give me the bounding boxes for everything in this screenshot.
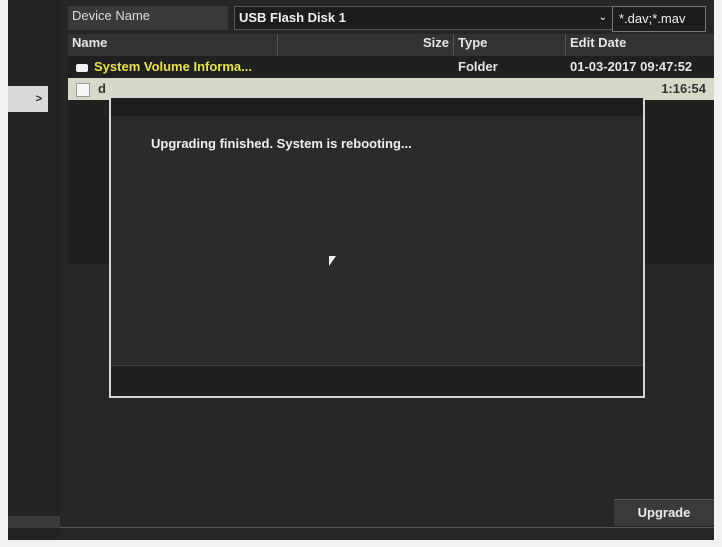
table-row[interactable]: System Volume Informa... Folder 01-03-20…	[68, 56, 714, 78]
upgrade-status-dialog: Upgrading finished. System is rebooting.…	[109, 96, 645, 398]
device-name-label: Device Name	[68, 6, 228, 30]
file-name: d	[98, 81, 106, 96]
footer-divider	[60, 527, 714, 528]
column-header-type[interactable]: Type	[454, 34, 566, 56]
file-type-filter[interactable]: *.dav;*.mav	[612, 6, 706, 32]
row-checkbox[interactable]	[76, 82, 90, 97]
column-header-name[interactable]: Name	[68, 34, 278, 56]
dialog-title-bar	[111, 98, 643, 116]
dvr-screen: > Device Name USB Flash Disk 1 ⌄ *.dav;*…	[8, 0, 714, 540]
file-edit-date: 1:16:54	[661, 81, 706, 96]
file-name: System Volume Informa...	[94, 59, 252, 74]
left-rail	[8, 0, 61, 540]
file-edit-date: 01-03-2017 09:47:52	[570, 59, 693, 74]
column-header-edit-date[interactable]: Edit Date	[566, 34, 714, 56]
file-type: Folder	[458, 59, 498, 74]
expand-tab-button[interactable]: >	[8, 86, 48, 112]
mouse-cursor-icon	[329, 256, 336, 266]
chevron-down-icon: ⌄	[598, 12, 607, 23]
column-header-size[interactable]: Size	[278, 34, 454, 56]
device-select-value: USB Flash Disk 1	[239, 10, 346, 25]
dialog-footer-bar	[111, 365, 643, 396]
file-table-header: Name Size Type Edit Date	[68, 34, 714, 56]
folder-icon	[76, 63, 88, 72]
device-select[interactable]: USB Flash Disk 1 ⌄	[234, 6, 614, 30]
dialog-message: Upgrading finished. System is rebooting.…	[151, 136, 412, 151]
upgrade-button[interactable]: Upgrade	[614, 499, 714, 526]
left-rail-bottom-bar	[8, 516, 60, 528]
